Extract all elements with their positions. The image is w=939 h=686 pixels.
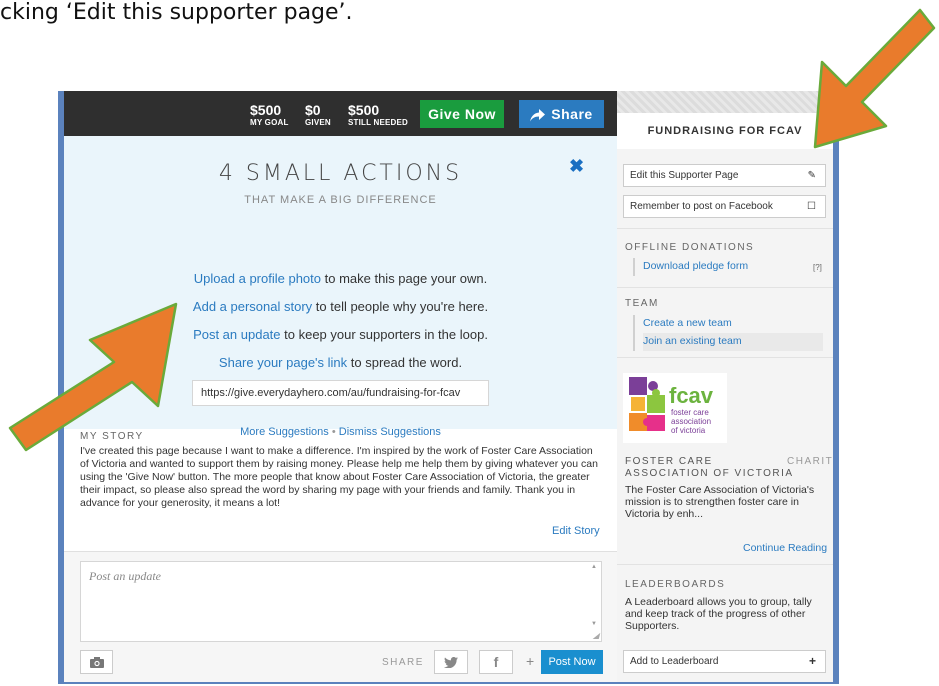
logo-wordmark: fcav	[669, 383, 714, 408]
facebook-reminder-checkbox[interactable]: Remember to post on Facebook ☐	[623, 195, 826, 218]
goal-label: MY GOAL	[250, 118, 289, 127]
facebook-reminder-label: Remember to post on Facebook	[630, 201, 773, 212]
separator-dot: •	[331, 426, 336, 438]
logo-sub-3: of victoria	[671, 426, 706, 435]
instruction-caption: cking ‘Edit this supporter page’.	[0, 0, 353, 25]
divider	[617, 287, 833, 288]
share-label: Share	[551, 106, 593, 122]
twitter-icon	[444, 656, 458, 668]
share-arrow-icon	[530, 109, 546, 122]
facebook-icon: f	[493, 654, 499, 670]
actions-title: 4 SMALL ACTIONS	[218, 161, 463, 186]
action-text: to spread the word.	[347, 355, 463, 370]
more-suggestions-link[interactable]: More Suggestions	[240, 426, 329, 438]
charity-name-line1: FOSTER CARE	[625, 456, 713, 467]
logo-sub-1: foster care	[671, 408, 709, 417]
team-heading: TEAM	[625, 298, 659, 309]
needed-stat: $500 STILL NEEDED	[348, 103, 408, 127]
edit-supporter-page-button[interactable]: Edit this Supporter Page ✎	[623, 164, 826, 187]
arrow-pointer-left-icon	[8, 302, 178, 452]
given-value: $0	[305, 102, 321, 118]
camera-button[interactable]	[80, 650, 113, 674]
action-text: to keep your supporters in the loop.	[280, 327, 488, 342]
page-link-field[interactable]: https://give.everydayhero.com/au/fundrai…	[192, 380, 489, 406]
puzzle-logo-icon: fcav foster care association of victoria	[629, 377, 714, 435]
add-story-link[interactable]: Add a personal story	[193, 299, 312, 314]
plus-icon[interactable]: +	[526, 653, 534, 669]
needed-value: $500	[348, 102, 380, 118]
actions-subtitle: THAT MAKE A BIG DIFFERENCE	[244, 194, 437, 206]
team-list: Create a new team Join an existing team	[633, 315, 823, 351]
offline-donations-list: Download pledge form	[633, 258, 748, 276]
needed-label: STILL NEEDED	[348, 118, 409, 127]
download-pledge-link[interactable]: Download pledge form	[643, 258, 748, 276]
offline-donations-heading: OFFLINE DONATIONS	[625, 242, 755, 253]
resize-handle-icon[interactable]: ◢	[593, 631, 599, 640]
twitter-button[interactable]	[434, 650, 468, 674]
action-text: to tell people why you're here.	[312, 299, 489, 314]
join-team-link[interactable]: Join an existing team	[643, 333, 823, 351]
action-upload-photo: Upload a profile photo to make this page…	[64, 271, 617, 286]
create-team-link[interactable]: Create a new team	[643, 315, 823, 333]
edit-page-label: Edit this Supporter Page	[630, 170, 739, 181]
post-now-button[interactable]: Post Now	[541, 650, 603, 674]
goal-value: $500	[250, 102, 282, 118]
fcav-logo: fcav foster care association of victoria	[623, 373, 727, 443]
post-update-area: Post an update ▲ ▼ ◢ SHARE f + Post Now	[64, 551, 617, 682]
edit-story-link[interactable]: Edit Story	[552, 525, 600, 537]
sidebar: FUNDRAISING FOR FCAV Edit this Supporter…	[617, 91, 833, 682]
divider	[617, 228, 833, 229]
share-label: SHARE	[382, 657, 424, 668]
arrow-pointer-top-right-icon	[813, 8, 936, 149]
dismiss-suggestions-link[interactable]: Dismiss Suggestions	[339, 426, 441, 438]
continue-reading-link[interactable]: Continue Reading	[743, 542, 827, 554]
pencil-icon: ✎	[807, 170, 816, 181]
divider	[617, 357, 833, 358]
give-now-button[interactable]: Give Now	[420, 100, 504, 128]
plus-icon: +	[808, 654, 816, 668]
goal-stat: $500 MY GOAL	[250, 103, 289, 127]
post-update-input[interactable]: Post an update ▲ ▼ ◢	[80, 561, 602, 642]
charity-tag: CHARITY	[787, 456, 833, 467]
upload-photo-link[interactable]: Upload a profile photo	[194, 271, 321, 286]
share-button[interactable]: Share	[519, 100, 604, 128]
leaderboards-description: A Leaderboard allows you to group, tally…	[625, 596, 812, 632]
leaderboards-heading: LEADERBOARDS	[625, 579, 726, 590]
logo-sub-2: association	[671, 417, 711, 426]
charity-description: The Foster Care Association of Victoria'…	[625, 484, 815, 520]
checkbox-icon: ☐	[807, 201, 816, 212]
help-icon[interactable]: [?]	[813, 263, 822, 272]
donation-bar: $500 MY GOAL $0 GIVEN $500 STILL NEEDED …	[64, 91, 617, 136]
action-text: to make this page your own.	[321, 271, 488, 286]
given-stat: $0 GIVEN	[305, 103, 331, 127]
share-link-link[interactable]: Share your page's link	[219, 355, 347, 370]
close-icon[interactable]: ✖	[569, 156, 584, 177]
add-to-leaderboard-button[interactable]: Add to Leaderboard +	[623, 650, 826, 673]
facebook-button[interactable]: f	[479, 650, 513, 674]
scroll-down-icon[interactable]: ▼	[591, 621, 597, 627]
divider	[617, 564, 833, 565]
post-placeholder: Post an update	[89, 569, 161, 583]
add-leaderboard-label: Add to Leaderboard	[630, 656, 719, 667]
camera-icon	[89, 656, 104, 668]
charity-name-line2: ASSOCIATION OF VICTORIA	[625, 468, 794, 479]
post-update-link[interactable]: Post an update	[193, 327, 280, 342]
scroll-up-icon[interactable]: ▲	[591, 564, 597, 570]
given-label: GIVEN	[305, 118, 331, 127]
